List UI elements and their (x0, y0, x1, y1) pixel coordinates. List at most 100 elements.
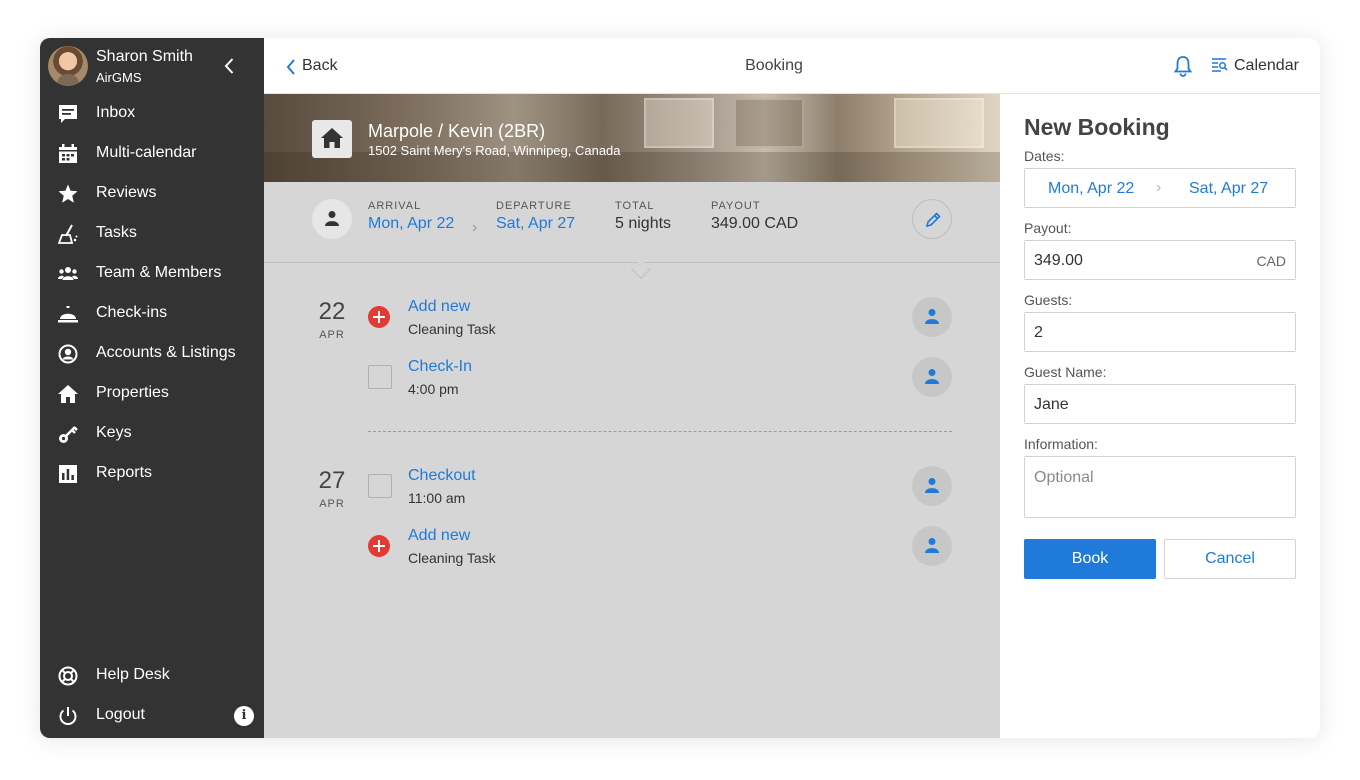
edit-button[interactable] (912, 199, 952, 239)
information-label: Information: (1024, 436, 1098, 452)
info-icon[interactable]: i (234, 706, 254, 726)
add-task-icon[interactable] (368, 535, 390, 557)
home-icon (58, 385, 78, 403)
day-number: 27 (318, 467, 346, 494)
total: TOTAL 5 nights (615, 200, 671, 233)
guest-name-value: Jane (1034, 396, 1069, 413)
sidebar-item-team[interactable]: Team & Members (40, 254, 264, 294)
sidebar-item-accounts[interactable]: Accounts & Listings (40, 334, 264, 374)
property-icon (312, 120, 352, 158)
assignee-avatar[interactable] (912, 466, 952, 506)
total-label: TOTAL (615, 200, 655, 212)
sidebar-item-keys[interactable]: Keys (40, 414, 264, 454)
departure-date[interactable]: Sat, Apr 27 (496, 215, 575, 233)
topbar: Back Booking Calendar (264, 38, 1320, 94)
sidebar-item-properties[interactable]: Properties (40, 374, 264, 414)
sidebar-item-help-desk[interactable]: Help Desk (40, 656, 264, 696)
booking-detail: Marpole / Kevin (2BR) 1502 Saint Mery's … (264, 94, 1000, 738)
lifebuoy-icon (58, 666, 78, 686)
task-title[interactable]: Add new (408, 298, 470, 316)
chevron-right-icon: › (472, 219, 478, 236)
day-divider (368, 431, 952, 432)
sidebar-item-label: Logout (96, 706, 145, 723)
date-to[interactable]: Sat, Apr 27 (1189, 180, 1268, 198)
sidebar-item-label: Accounts & Listings (96, 344, 236, 361)
task-subtitle: Cleaning Task (408, 550, 496, 566)
sidebar-item-multi-calendar[interactable]: Multi-calendar (40, 134, 264, 174)
task-checkbox[interactable] (368, 474, 392, 498)
sidebar-item-label: Inbox (96, 104, 136, 121)
new-booking-panel: New Booking Dates: Mon, Apr 22 › Sat, Ap… (1000, 94, 1320, 738)
avatar (48, 46, 88, 86)
key-icon (59, 426, 78, 443)
task-title[interactable]: Checkout (408, 467, 476, 485)
arrival-date[interactable]: Mon, Apr 22 (368, 215, 454, 233)
arrival-label: ARRIVAL (368, 200, 422, 212)
assignee-avatar[interactable] (912, 297, 952, 337)
payout: PAYOUT 349.00 CAD (711, 200, 798, 233)
star-icon (58, 184, 78, 203)
day-number: 22 (318, 298, 346, 325)
sidebar-item-label: Tasks (96, 224, 137, 241)
day-month: APR (319, 498, 345, 510)
sidebar-item-label: Properties (96, 384, 169, 401)
person-icon (325, 211, 339, 226)
cleaning-icon (58, 224, 78, 244)
sidebar-item-tasks[interactable]: Tasks (40, 214, 264, 254)
task-title[interactable]: Check-In (408, 358, 472, 376)
guest-name-field[interactable]: Jane (1024, 384, 1296, 424)
assignee-avatar[interactable] (912, 526, 952, 566)
dates-label: Dates: (1024, 148, 1065, 164)
sidebar: Sharon Smith AirGMS Inbox Multi-calendar… (40, 38, 264, 738)
task-checkbox[interactable] (368, 365, 392, 389)
payout-value: 349.00 CAD (711, 215, 799, 232)
calendar-label: Calendar (1234, 57, 1299, 74)
home-icon (321, 128, 343, 148)
payout-field[interactable]: 349.00 CAD (1024, 240, 1296, 280)
day-month: APR (319, 329, 345, 341)
guests-label: Guests: (1024, 292, 1073, 308)
user-profile[interactable]: Sharon Smith AirGMS (48, 46, 256, 86)
sidebar-item-logout[interactable]: Logout i (40, 696, 264, 736)
sidebar-item-reviews[interactable]: Reviews (40, 174, 264, 214)
guest-avatar (312, 199, 352, 239)
sidebar-item-label: Reports (96, 464, 153, 481)
user-name: Sharon Smith (96, 48, 193, 65)
power-icon (59, 707, 77, 725)
task-subtitle: Cleaning Task (408, 321, 496, 337)
pencil-icon (925, 212, 941, 228)
task-title[interactable]: Add new (408, 527, 470, 545)
calendar-icon (59, 144, 77, 163)
departure: DEPARTURE Sat, Apr 27 (496, 200, 575, 233)
team-icon (58, 267, 78, 280)
sidebar-item-reports[interactable]: Reports (40, 454, 264, 494)
sidebar-item-label: Multi-calendar (96, 144, 197, 161)
sidebar-item-label: Reviews (96, 184, 157, 201)
app-window: Sharon Smith AirGMS Inbox Multi-calendar… (40, 38, 1320, 738)
bell-icon[interactable] (1172, 55, 1194, 77)
task-subtitle: 11:00 am (408, 490, 466, 506)
property-name: Marpole / Kevin (2BR) (368, 121, 546, 141)
book-button[interactable]: Book (1024, 539, 1156, 579)
sidebar-item-label: Team & Members (96, 264, 222, 281)
currency-unit: CAD (1256, 253, 1286, 269)
information-placeholder: Optional (1034, 469, 1094, 486)
assignee-avatar[interactable] (912, 357, 952, 397)
sidebar-item-label: Help Desk (96, 666, 170, 683)
date-from[interactable]: Mon, Apr 22 (1048, 180, 1134, 198)
task-subtitle: 4:00 pm (408, 381, 459, 397)
guests-field[interactable]: 2 (1024, 312, 1296, 352)
cancel-button[interactable]: Cancel (1164, 539, 1296, 579)
sidebar-item-inbox[interactable]: Inbox (40, 94, 264, 134)
total-value: 5 nights (615, 215, 672, 232)
chevron-left-icon[interactable] (220, 56, 240, 76)
chevron-right-icon: › (1156, 179, 1162, 196)
dates-range-picker[interactable]: Mon, Apr 22 › Sat, Apr 27 (1024, 168, 1296, 208)
user-circle-icon (58, 344, 78, 364)
add-task-icon[interactable] (368, 306, 390, 328)
user-org: AirGMS (96, 70, 142, 85)
payout-label: Payout: (1024, 220, 1072, 236)
sidebar-item-check-ins[interactable]: Check-ins (40, 294, 264, 334)
bell-desk-icon (58, 306, 78, 323)
information-field[interactable]: Optional (1024, 456, 1296, 518)
